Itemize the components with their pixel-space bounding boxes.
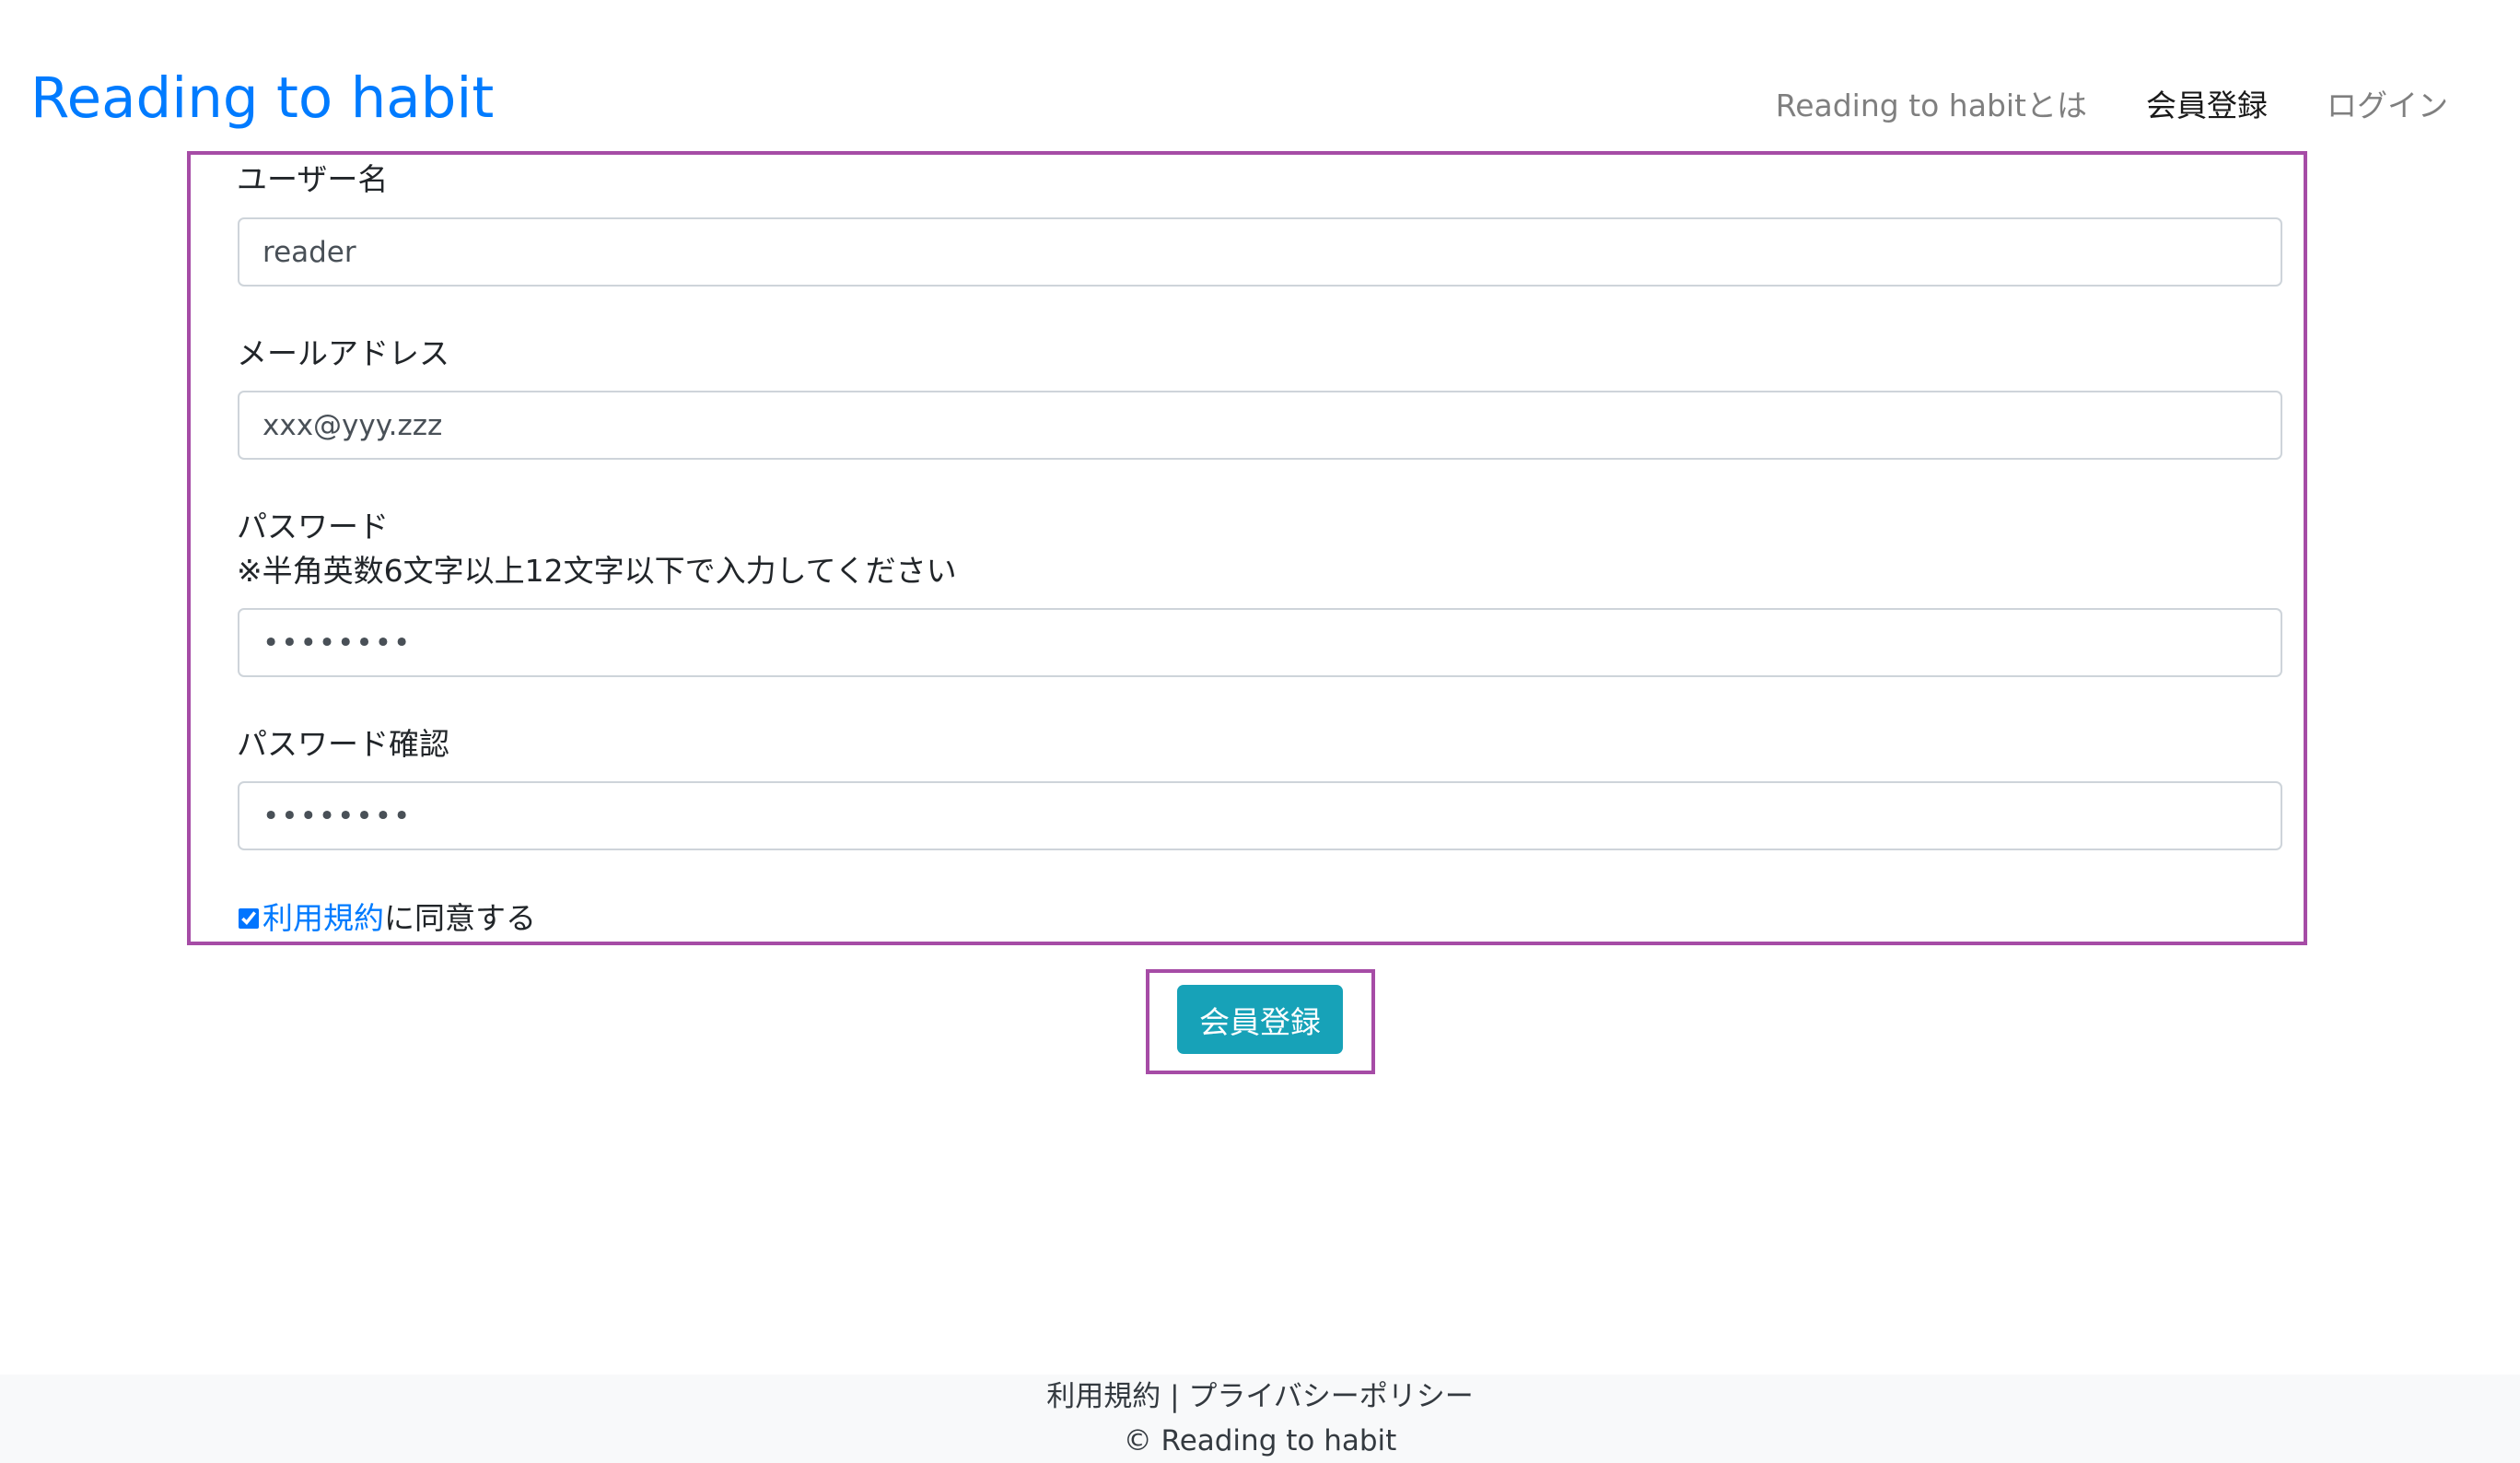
agree-checkbox[interactable] xyxy=(239,908,259,929)
terms-link[interactable]: 利用規約 xyxy=(262,896,384,941)
email-input[interactable] xyxy=(238,391,2282,460)
brand-logo-link[interactable]: Reading to habit xyxy=(30,57,494,140)
password-hint: ※半角英数6文字以上12文字以下で入力してください xyxy=(237,553,957,589)
email-label: メールアドレス xyxy=(237,335,449,371)
footer-links: 利用規約 | プライバシーポリシー xyxy=(0,1375,2520,1419)
footer-copyright: © Reading to habit xyxy=(1123,1424,1397,1457)
username-label: ユーザー名 xyxy=(237,161,389,197)
password-input[interactable] xyxy=(238,608,2282,677)
page: Reading to habit Reading to habitとは 会員登録… xyxy=(0,0,2520,1463)
password-confirm-input[interactable] xyxy=(238,781,2282,850)
nav-login-link[interactable]: ログイン xyxy=(2327,81,2448,125)
main-nav: Reading to habitとは 会員登録 ログイン xyxy=(1776,77,2448,129)
agree-suffix: に同意する xyxy=(384,900,536,936)
terms-agreement: 利用規約 に同意する xyxy=(237,896,536,941)
footer-terms-link[interactable]: 利用規約 xyxy=(1046,1380,1161,1413)
footer-separator: | xyxy=(1161,1380,1189,1413)
username-input[interactable] xyxy=(238,217,2282,287)
footer-privacy-link[interactable]: プライバシーポリシー xyxy=(1188,1380,1473,1413)
nav-register-link[interactable]: 会員登録 xyxy=(2146,81,2268,125)
password-confirm-label: パスワード確認 xyxy=(237,726,449,762)
password-label: パスワード xyxy=(237,509,389,544)
nav-about-link[interactable]: Reading to habitとは xyxy=(1776,81,2087,125)
register-submit-button[interactable]: 会員登録 xyxy=(1177,985,1343,1054)
footer: 利用規約 | プライバシーポリシー © Reading to habit xyxy=(0,1375,2520,1463)
